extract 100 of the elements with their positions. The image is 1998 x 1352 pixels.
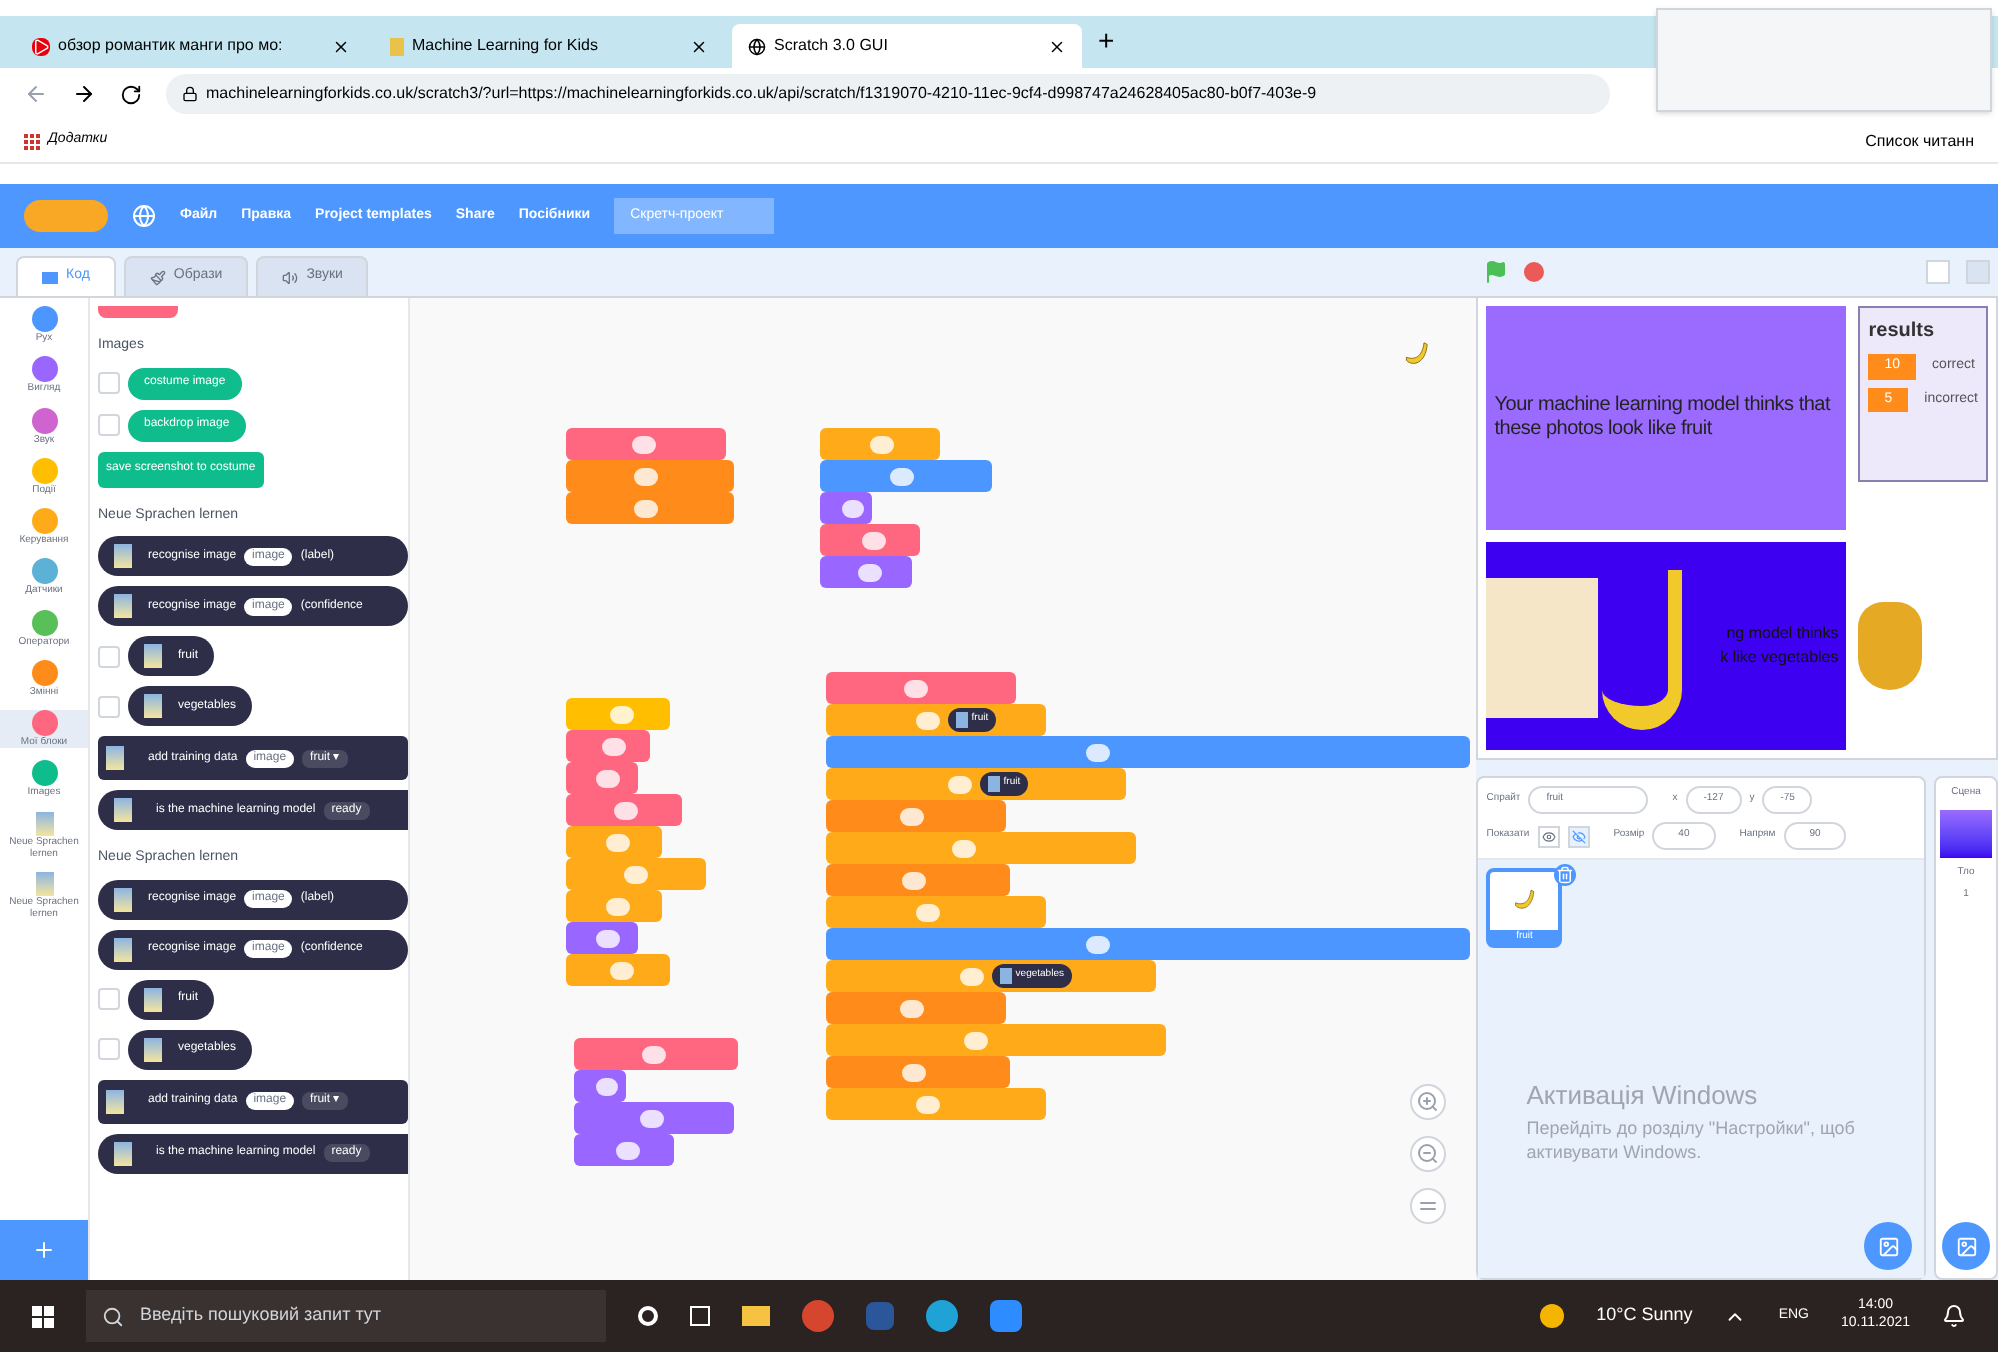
- code-block[interactable]: [566, 858, 706, 890]
- browser-tab[interactable]: Machine Learning for Kids: [374, 24, 724, 68]
- checkbox[interactable]: [98, 695, 120, 717]
- block-input[interactable]: [915, 903, 940, 921]
- delete-icon[interactable]: [1554, 864, 1577, 886]
- block-input[interactable]: [596, 1077, 618, 1095]
- code-block[interactable]: [826, 672, 1016, 704]
- block-input[interactable]: [899, 807, 924, 825]
- widgets-icon[interactable]: [690, 1306, 710, 1326]
- script[interactable]: [566, 428, 734, 524]
- forward-icon[interactable]: [72, 82, 96, 106]
- block-input[interactable]: [901, 871, 926, 889]
- code-block[interactable]: [566, 826, 662, 858]
- address-bar[interactable]: machinelearningforkids.co.uk/scratch3/?url=https://machinelearningforkids.co.uk/api/scratch/f1319070-4210-11ec-9cf4-d998747a24628405ac80-b0f7-403e-9: [166, 74, 1610, 114]
- block-input[interactable]: [606, 833, 630, 851]
- code-block[interactable]: [826, 800, 1006, 832]
- code-block[interactable]: [566, 698, 670, 730]
- block-input[interactable]: [1085, 935, 1110, 953]
- edge-icon[interactable]: [926, 1300, 958, 1332]
- code-block[interactable]: [826, 736, 1470, 768]
- code-block[interactable]: [566, 794, 682, 826]
- show-button[interactable]: [1537, 825, 1560, 847]
- block-input[interactable]: [915, 711, 940, 729]
- browser-tab[interactable]: Scratch 3.0 GUI: [732, 24, 1082, 68]
- back-icon[interactable]: [24, 82, 48, 106]
- code-block[interactable]: [574, 1038, 738, 1070]
- code-block[interactable]: [826, 832, 1136, 864]
- code-block[interactable]: [566, 492, 734, 524]
- code-block[interactable]: [566, 460, 734, 492]
- block-input[interactable]: [631, 435, 656, 453]
- stop-button[interactable]: [1524, 262, 1545, 282]
- zoom-in-button[interactable]: [1410, 1084, 1446, 1120]
- block-input[interactable]: [903, 679, 928, 697]
- apps-icon[interactable]: [24, 133, 40, 149]
- block-input[interactable]: [1085, 743, 1110, 761]
- close-icon[interactable]: [690, 37, 708, 55]
- code-block[interactable]: [826, 1024, 1166, 1056]
- block-input[interactable]: [609, 961, 634, 979]
- block-input[interactable]: [915, 1095, 940, 1113]
- video-call-icon[interactable]: [990, 1300, 1022, 1332]
- reload-icon[interactable]: [120, 83, 142, 105]
- block-input[interactable]: [861, 531, 886, 549]
- task-view-icon[interactable]: [638, 1306, 658, 1326]
- code-block[interactable]: [566, 730, 650, 762]
- checkbox[interactable]: [98, 645, 120, 667]
- language-icon[interactable]: [132, 204, 156, 228]
- backdrop-thumbnail[interactable]: [1940, 809, 1992, 857]
- flag-button[interactable]: [1484, 260, 1509, 284]
- code-block[interactable]: [566, 922, 638, 954]
- block-input[interactable]: [842, 499, 864, 517]
- block-input[interactable]: [623, 865, 648, 883]
- block-input[interactable]: [959, 967, 984, 985]
- checkbox[interactable]: [98, 988, 120, 1010]
- code-block[interactable]: [574, 1070, 626, 1102]
- backdrop-button[interactable]: [1942, 1222, 1990, 1270]
- block-input[interactable]: [634, 467, 659, 485]
- script[interactable]: [566, 698, 706, 986]
- code-block[interactable]: [826, 864, 1010, 896]
- block-input[interactable]: [606, 897, 630, 915]
- code-block[interactable]: [566, 428, 726, 460]
- block-input[interactable]: [639, 1109, 664, 1127]
- code-block[interactable]: [826, 992, 1006, 1024]
- script[interactable]: [820, 428, 992, 588]
- notification-icon[interactable]: [1942, 1304, 1966, 1328]
- word-icon[interactable]: [866, 1302, 894, 1330]
- block-input[interactable]: [899, 999, 924, 1017]
- block-input[interactable]: [601, 737, 626, 755]
- block-input[interactable]: [615, 1141, 640, 1159]
- block-input[interactable]: [641, 1045, 666, 1063]
- code-block[interactable]: [820, 524, 920, 556]
- block-input[interactable]: [858, 563, 883, 581]
- block-input[interactable]: [614, 801, 638, 819]
- script[interactable]: [574, 1038, 738, 1166]
- zoom-out-button[interactable]: [1410, 1136, 1446, 1172]
- code-block[interactable]: [820, 556, 912, 588]
- taskbar-search-field[interactable]: Введіть пошуковий запит тут: [86, 1290, 606, 1342]
- windows-start-icon[interactable]: [32, 1305, 54, 1327]
- close-icon[interactable]: [1048, 37, 1066, 55]
- block-input[interactable]: [634, 499, 659, 517]
- browser-tab[interactable]: обзор романтик манги про мо:: [16, 24, 366, 68]
- reset-zoom-button[interactable]: [1410, 1188, 1446, 1224]
- code-block[interactable]: [820, 492, 872, 524]
- scratch-logo[interactable]: [24, 200, 108, 232]
- block-input[interactable]: [947, 775, 972, 793]
- new-tab-button[interactable]: +: [1090, 20, 1123, 62]
- block-input[interactable]: [596, 769, 621, 787]
- code-block[interactable]: [820, 460, 992, 492]
- code-block[interactable]: [826, 928, 1470, 960]
- code-block[interactable]: [574, 1102, 734, 1134]
- close-icon[interactable]: [332, 37, 350, 55]
- reading-list-link[interactable]: Список читанн: [1865, 129, 1974, 153]
- checkbox[interactable]: [98, 1038, 120, 1060]
- code-block[interactable]: [826, 896, 1046, 928]
- block-input[interactable]: [596, 929, 621, 947]
- block-input[interactable]: [890, 467, 915, 485]
- browser-icon[interactable]: [802, 1300, 834, 1332]
- block-input[interactable]: [951, 839, 976, 857]
- block-input[interactable]: [901, 1063, 926, 1081]
- block-input[interactable]: [963, 1031, 988, 1049]
- code-block[interactable]: [826, 1088, 1046, 1120]
